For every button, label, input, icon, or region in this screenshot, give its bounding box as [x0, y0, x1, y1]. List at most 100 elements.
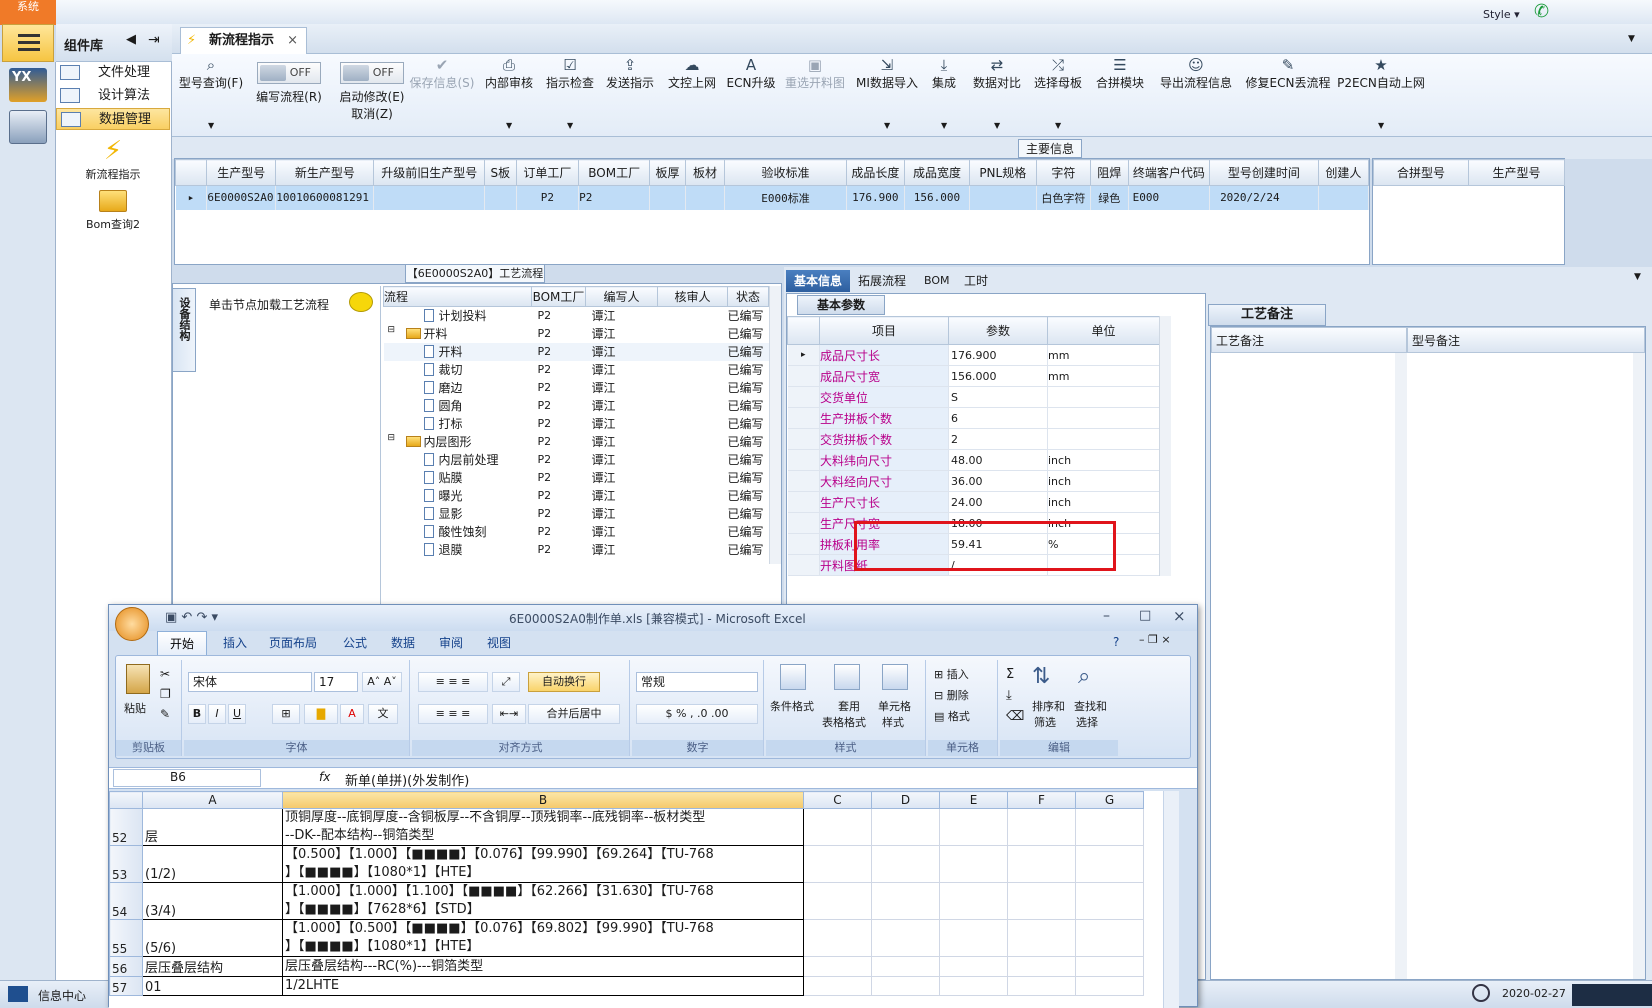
cell[interactable] [1075, 976, 1144, 996]
tab-work-hours[interactable]: 工时 [956, 270, 996, 292]
find-select-button-2[interactable]: 选择 [1076, 714, 1098, 730]
conditional-format-button[interactable]: 条件格式 [770, 698, 814, 714]
table-cell[interactable]: 176.900 [846, 185, 906, 210]
table-cell[interactable]: 白色字符 [1036, 185, 1092, 210]
tab-new-flow[interactable]: ⚡ 新流程指示 × [180, 27, 307, 55]
select-all-corner[interactable] [109, 791, 143, 809]
font-color-icon[interactable]: A [340, 704, 364, 724]
cell-a[interactable]: 01 [142, 976, 283, 996]
column-header[interactable]: E [939, 791, 1008, 809]
ecn-upgrade-button[interactable]: A ECN升级 [722, 54, 780, 134]
font-size-select[interactable]: 17 [314, 672, 358, 692]
scrollbar[interactable] [1159, 316, 1171, 576]
row-selector[interactable] [787, 554, 820, 576]
column-header[interactable]: 编写人 [585, 286, 658, 307]
column-header[interactable]: BOM工厂 [531, 286, 586, 307]
sort-filter-button[interactable]: 排序和 [1032, 698, 1065, 714]
tab-review[interactable]: 审阅 [427, 631, 475, 655]
cell[interactable] [871, 919, 940, 957]
param-value[interactable]: 6 [948, 407, 1048, 429]
cell[interactable] [939, 919, 1008, 957]
sheet-row[interactable]: 52 层顶铜厚度--底铜厚度--含铜板厚--不含铜厚--顶残铜率--底残铜率--板… [109, 808, 1144, 846]
cell[interactable] [871, 956, 940, 977]
sort-filter-button-2[interactable]: 筛选 [1034, 714, 1056, 730]
cell[interactable] [939, 956, 1008, 977]
pin-icon[interactable]: ⇥ [148, 32, 160, 48]
table-cell[interactable]: 绿色 [1090, 185, 1129, 210]
cell-a[interactable]: 层压叠层结构 [142, 956, 283, 977]
collapse-icon[interactable]: ⊟ [388, 433, 396, 443]
formula-input[interactable]: 新单(单拼)(外发制作) [345, 770, 469, 789]
cell[interactable] [1007, 919, 1076, 957]
library-item-data[interactable]: 数据管理 [56, 108, 170, 130]
worksheet[interactable]: A B C D E F G 52 层顶铜厚度--底铜厚度--含铜板厚--不含铜厚-… [109, 791, 1179, 1008]
process-remark-header[interactable]: 工艺备注 [1211, 327, 1407, 353]
table-cell[interactable]: E000标准 [724, 185, 847, 210]
tree-row[interactable]: 酸性蚀刻 P2 谭江 已编写 [384, 523, 769, 541]
cell[interactable] [871, 808, 940, 846]
orientation-icon[interactable]: ⤢ [492, 672, 520, 692]
cell[interactable] [1075, 956, 1144, 977]
windows-icon[interactable] [8, 986, 28, 1002]
column-header[interactable]: 新生产型号 [275, 159, 375, 186]
table-cell[interactable] [685, 185, 726, 210]
toggle-switch[interactable]: OFF [257, 62, 321, 84]
font-name-select[interactable]: 宋体 [188, 672, 312, 692]
insert-cells-button[interactable]: ⊞ 插入 [934, 666, 969, 682]
ribbon-window-controls[interactable]: – ❐ × [1139, 633, 1171, 646]
fill-color-icon[interactable]: ▇ [304, 704, 338, 724]
cell[interactable] [1007, 845, 1076, 883]
cell[interactable] [803, 882, 872, 920]
mi-import-button[interactable]: ⇲ MI数据导入 ▼ [852, 54, 922, 134]
phonetic-icon[interactable]: 文 [368, 704, 398, 724]
param-value[interactable]: 176.900 [948, 344, 1048, 366]
toggle-switch[interactable]: OFF [340, 62, 404, 84]
cell-b[interactable]: 层压叠层结构---RC(%)---铜箔类型 [282, 956, 804, 977]
table-cell[interactable]: 6E0000S2A0 [206, 185, 277, 210]
tab-basic-info[interactable]: 基本信息 [786, 270, 851, 292]
repair-ecn-button[interactable]: ✎ 修复ECN丢流程 [1242, 54, 1334, 134]
number-format-icons[interactable]: $ % , .0 .00 [636, 704, 758, 724]
row-selector[interactable] [787, 386, 820, 408]
cell[interactable] [871, 976, 940, 996]
cell[interactable] [1007, 956, 1076, 977]
name-box[interactable]: B6 [113, 769, 261, 787]
chevron-down-icon[interactable]: ▼ [1634, 272, 1641, 282]
tree-row[interactable]: 圆角 P2 谭江 已编写 [384, 397, 769, 415]
yx-app-icon[interactable]: YX [9, 68, 47, 102]
tab-extended-flow[interactable]: 拓展流程 [850, 270, 914, 292]
doc-control-online-button[interactable]: ☁ 文控上网 [662, 54, 722, 134]
tree-row[interactable]: 磨边 P2 谭江 已编写 [384, 379, 769, 397]
chevron-left-icon[interactable]: ◀ [126, 32, 136, 47]
table-cell[interactable] [484, 185, 517, 210]
tree-row[interactable]: 曝光 P2 谭江 已编写 [384, 487, 769, 505]
row-selector[interactable] [787, 407, 820, 429]
quick-access-toolbar[interactable]: ▣ ↶ ↷ ▾ [165, 610, 218, 625]
cell-b[interactable]: 【1.000】【1.000】【1.100】【■■■■】【62.266】【31.6… [282, 882, 804, 920]
merge-model-grid[interactable]: 合拼型号 生产型号 [1372, 158, 1565, 265]
number-format-select[interactable]: 常规 [636, 672, 758, 692]
cell-b[interactable]: 顶铜厚度--底铜厚度--含铜板厚--不含铜厚--顶残铜率--底残铜率--板材类型… [282, 808, 804, 846]
column-header[interactable]: 单位 [1047, 316, 1160, 345]
scrollbar[interactable] [1395, 353, 1407, 979]
table-cell[interactable]: 10010600081291 [275, 185, 375, 210]
integrate-button[interactable]: ⤓ 集成 ▼ [922, 54, 966, 134]
table-cell[interactable] [649, 185, 686, 210]
tab-menu-chevron-icon[interactable]: ▼ [1628, 34, 1635, 44]
cell[interactable] [1075, 808, 1144, 846]
row-selector[interactable] [787, 365, 820, 387]
cell[interactable] [803, 808, 872, 846]
column-header[interactable]: 验收标准 [724, 159, 847, 186]
param-value[interactable]: 36.00 [948, 470, 1048, 492]
column-header[interactable]: 合拼型号 [1373, 159, 1469, 186]
param-value[interactable]: S [948, 386, 1048, 408]
cell[interactable] [1007, 882, 1076, 920]
column-header[interactable]: D [871, 791, 940, 809]
column-header[interactable]: 参数 [948, 316, 1048, 345]
library-item-algorithm[interactable]: 设计算法 [56, 85, 170, 107]
param-row[interactable]: 生产尺寸长 24.00 inch [787, 491, 1160, 513]
indent-icons[interactable]: ⇤⇥ [492, 704, 526, 724]
cell[interactable] [871, 882, 940, 920]
column-header[interactable]: 成品宽度 [904, 159, 970, 186]
column-header[interactable]: 状态 [727, 286, 769, 307]
